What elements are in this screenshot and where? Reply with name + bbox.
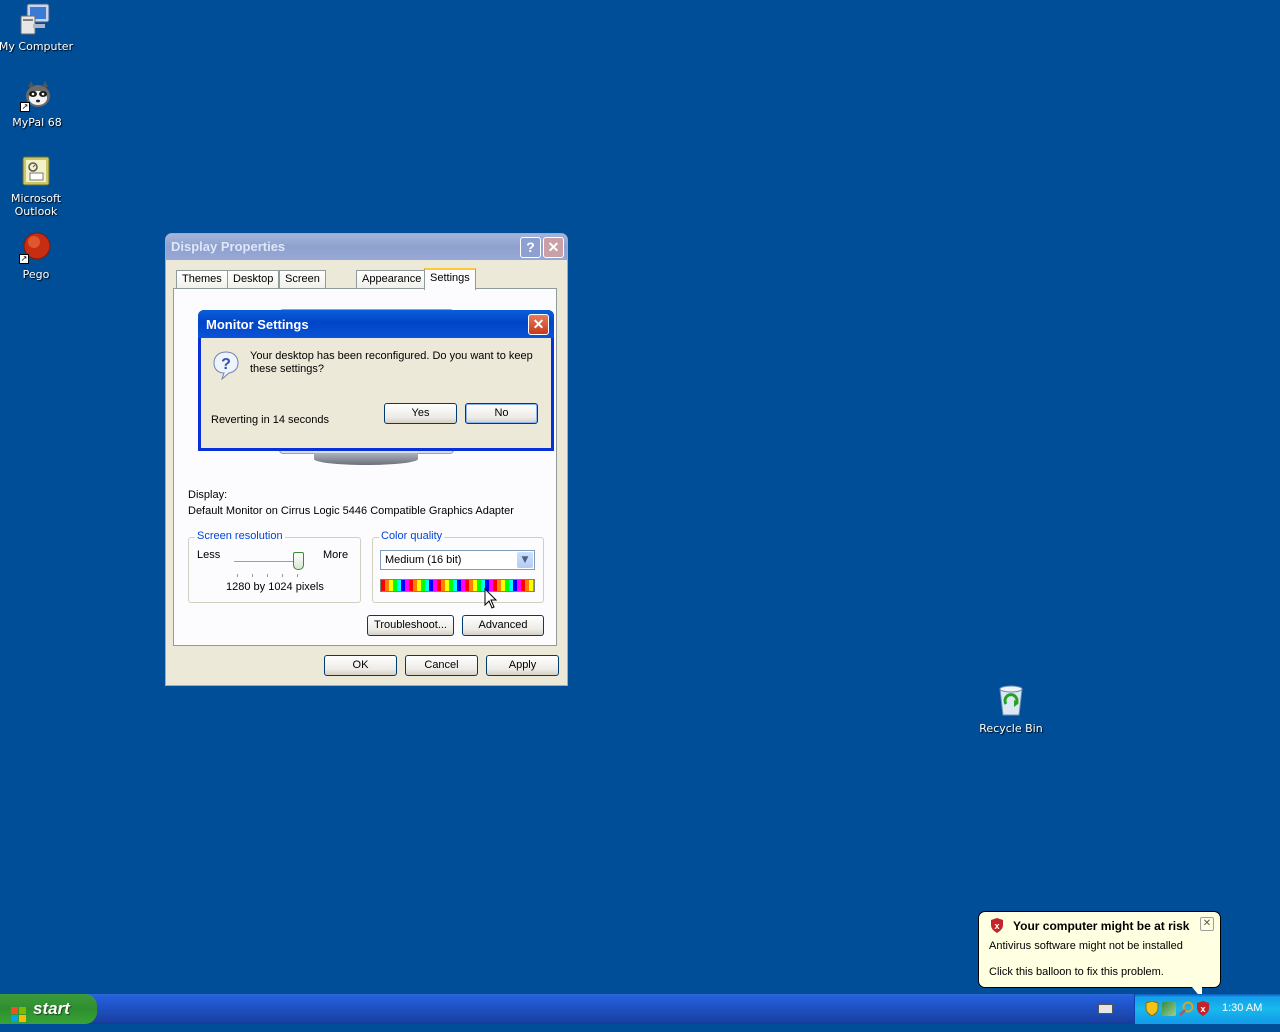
- shield-warning-icon: x: [990, 918, 1004, 933]
- question-icon: ?: [212, 350, 240, 381]
- svg-text:?: ?: [221, 356, 231, 373]
- balloon-line2: Click this balloon to fix this problem.: [989, 966, 1164, 978]
- balloon-close-icon[interactable]: ✕: [1200, 917, 1214, 931]
- outlook-icon: [19, 154, 53, 188]
- desktop-icon-recycle-bin[interactable]: Recycle Bin: [973, 684, 1049, 735]
- my-computer-icon: [19, 2, 53, 36]
- mouse-cursor-icon: [484, 587, 498, 610]
- monitor-settings-dialog: Monitor Settings ✕ ? Your desktop has be…: [198, 310, 554, 451]
- resolution-slider-thumb[interactable]: [293, 552, 304, 570]
- clock[interactable]: 1:30 AM: [1222, 1002, 1262, 1014]
- security-balloon[interactable]: x Your computer might be at risk ✕ Antiv…: [978, 911, 1221, 999]
- close-button[interactable]: ✕: [528, 314, 549, 335]
- display-properties-window: Display Properties ? ✕ Themes Desktop Sc…: [165, 233, 568, 686]
- display-properties-titlebar[interactable]: Display Properties ? ✕: [166, 234, 567, 260]
- shortcut-arrow-icon: ↗: [20, 102, 30, 112]
- security-alert-icon[interactable]: x: [1196, 1001, 1210, 1016]
- screen-resolution-group: Screen resolution Less More 1280 by 1024…: [188, 530, 361, 603]
- yes-button[interactable]: Yes: [384, 403, 457, 424]
- keyboard-icon[interactable]: [1098, 1004, 1113, 1014]
- windows-logo-icon: [11, 1002, 27, 1022]
- desktop-icon-mypal[interactable]: ↗ MyPal 68: [0, 78, 75, 129]
- help-button[interactable]: ?: [520, 237, 541, 258]
- recycle-bin-icon: [994, 684, 1028, 718]
- dialog-message: Your desktop has been reconfigured. Do y…: [250, 350, 533, 375]
- display-value: Default Monitor on Cirrus Logic 5446 Com…: [188, 505, 514, 517]
- revert-countdown: Reverting in 14 seconds: [211, 414, 330, 426]
- apply-button[interactable]: Apply: [486, 655, 559, 676]
- tab-desktop[interactable]: Desktop: [227, 270, 280, 289]
- network-icon[interactable]: [1162, 1002, 1176, 1016]
- start-label: start: [33, 999, 70, 1018]
- tab-screen-saver[interactable]: Screen Saver: [279, 270, 326, 302]
- color-quality-group: Color quality Medium (16 bit) ▼: [372, 530, 544, 603]
- window-title: Display Properties: [171, 239, 286, 254]
- desktop-icon-label: Microsoft Outlook: [10, 192, 62, 218]
- display-label: Display:: [188, 489, 228, 501]
- troubleshoot-button[interactable]: Troubleshoot...: [367, 615, 454, 636]
- chevron-down-icon[interactable]: ▼: [517, 552, 533, 568]
- cancel-button[interactable]: Cancel: [405, 655, 478, 676]
- tab-themes[interactable]: Themes: [176, 270, 228, 289]
- color-quality-select[interactable]: Medium (16 bit) ▼: [380, 550, 535, 570]
- desktop-icon-label: My Computer: [0, 40, 74, 53]
- less-label: Less: [197, 549, 221, 561]
- ok-button[interactable]: OK: [324, 655, 397, 676]
- no-button[interactable]: No: [465, 403, 538, 424]
- mypal-browser-icon: ↗: [20, 78, 54, 112]
- desktop-icon-label: Recycle Bin: [979, 722, 1043, 735]
- balloon-line1: Antivirus software might not be installe…: [989, 940, 1183, 952]
- monitor-settings-titlebar[interactable]: Monitor Settings ✕: [198, 310, 554, 338]
- tab-appearance[interactable]: Appearance: [356, 270, 428, 289]
- search-icon[interactable]: [1179, 1001, 1194, 1016]
- monitor-stand: [314, 453, 418, 465]
- pego-icon: ↗: [19, 230, 53, 264]
- desktop-icon-my-computer[interactable]: My Computer: [0, 2, 74, 53]
- tab-settings[interactable]: Settings: [424, 268, 476, 290]
- taskbar: start x 1:30 AM: [0, 994, 1280, 1024]
- resolution-value: 1280 by 1024 pixels: [226, 581, 324, 593]
- more-label: More: [323, 549, 349, 561]
- desktop-icon-outlook[interactable]: Microsoft Outlook: [0, 154, 74, 218]
- desktop-icon-label: Pego: [22, 268, 50, 281]
- start-button[interactable]: start: [0, 994, 97, 1024]
- close-button[interactable]: ✕: [543, 237, 564, 258]
- shortcut-arrow-icon: ↗: [19, 254, 29, 264]
- resolution-slider-ticks: [237, 574, 301, 577]
- security-shield-icon[interactable]: [1145, 1000, 1159, 1017]
- svg-text:x: x: [994, 921, 999, 931]
- system-tray: x 1:30 AM: [1134, 994, 1280, 1024]
- color-quality-label: Color quality: [379, 530, 445, 542]
- dialog-title: Monitor Settings: [206, 317, 309, 332]
- svg-text:x: x: [1200, 1004, 1205, 1014]
- desktop-icon-pego[interactable]: ↗ Pego: [0, 230, 74, 281]
- balloon-title: Your computer might be at risk: [1013, 919, 1190, 933]
- color-spectrum-bar: [380, 579, 535, 592]
- advanced-button[interactable]: Advanced: [462, 615, 544, 636]
- screen-resolution-label: Screen resolution: [195, 530, 285, 542]
- color-quality-value: Medium (16 bit): [385, 554, 462, 566]
- desktop-icon-label: MyPal 68: [12, 116, 62, 129]
